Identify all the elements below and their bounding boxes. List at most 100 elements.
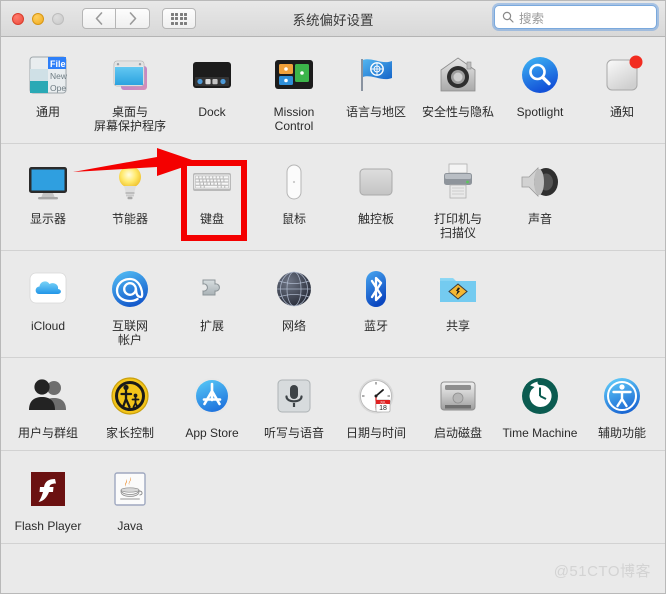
navigation-buttons (82, 8, 150, 29)
at-sign-icon (106, 265, 154, 313)
pref-pane-label: 互联网 帐户 (111, 319, 148, 347)
traffic-lights (12, 12, 64, 25)
pref-pane-label: 网络 (281, 319, 306, 333)
printer-icon (434, 158, 482, 206)
flash-player-icon (24, 465, 72, 513)
pref-pane-dictation-speech[interactable]: 听写与语音 (253, 366, 335, 440)
system-preferences-window: 系统偏好设置 搜索 File New Ope 通用 桌面与 屏幕保护程序 Doc… (0, 0, 666, 594)
pref-pane-label: 听写与语音 (263, 426, 324, 440)
pref-pane-notifications[interactable]: 通知 (581, 45, 663, 119)
pref-pane-users-groups[interactable]: 用户与群组 (7, 366, 89, 440)
pref-pane-label: 用户与群组 (17, 426, 78, 440)
pref-pane-label: 安全性与隐私 (421, 105, 494, 119)
general-icon: File New Ope (24, 51, 72, 99)
pref-pane-label: Time Machine (502, 426, 578, 440)
pref-pane-label: 共享 (445, 319, 470, 333)
pref-row-system: 用户与群组 家长控制 App Store 听写与语音 JUL 18 日期与时间 … (1, 358, 665, 451)
pref-pane-label: 日期与时间 (345, 426, 406, 440)
svg-text:File: File (50, 59, 66, 69)
pref-pane-label: App Store (185, 426, 239, 440)
pref-pane-label: 辅助功能 (597, 426, 646, 440)
globe-icon (270, 265, 318, 313)
minimize-button[interactable] (32, 12, 44, 25)
pref-pane-trackpad[interactable]: 触控板 (335, 152, 417, 226)
pref-pane-spotlight[interactable]: Spotlight (499, 45, 581, 119)
pref-pane-label: Spotlight (516, 105, 564, 119)
pref-pane-app-store[interactable]: App Store (171, 366, 253, 440)
flag-icon (352, 51, 400, 99)
pref-pane-extensions[interactable]: 扩展 (171, 259, 253, 333)
pref-pane-displays[interactable]: 显示器 (7, 152, 89, 226)
icloud-icon (24, 265, 72, 313)
hard-drive-icon (434, 372, 482, 420)
pref-pane-label: 鼠标 (281, 212, 306, 226)
preferences-content: File New Ope 通用 桌面与 屏幕保护程序 Dock Mission … (1, 37, 665, 544)
pref-pane-security-privacy[interactable]: 安全性与隐私 (417, 45, 499, 119)
pref-pane-label: 扩展 (199, 319, 224, 333)
pref-pane-internet-accounts[interactable]: 互联网 帐户 (89, 259, 171, 347)
pref-pane-desktop-screensaver[interactable]: 桌面与 屏幕保护程序 (89, 45, 171, 133)
search-area: 搜索 (494, 5, 657, 29)
pref-pane-time-machine[interactable]: Time Machine (499, 366, 581, 440)
pref-pane-label: 键盘 (199, 212, 224, 226)
trackpad-icon (352, 158, 400, 206)
window-titlebar: 系统偏好设置 搜索 (1, 1, 665, 37)
pref-pane-general[interactable]: File New Ope 通用 (7, 45, 89, 119)
pref-pane-label: 打印机与 扫描仪 (433, 212, 482, 240)
svg-text:18: 18 (379, 405, 387, 412)
pref-pane-label: 通知 (609, 105, 634, 119)
svg-text:Ope: Ope (50, 83, 66, 93)
pref-pane-label: Dock (198, 105, 226, 119)
pref-pane-label: 语言与地区 (345, 105, 406, 119)
close-button[interactable] (12, 12, 24, 25)
pref-pane-icloud[interactable]: iCloud (7, 259, 89, 333)
watermark: @51CTO博客 (553, 563, 651, 580)
pref-pane-mission-control[interactable]: Mission Control (253, 45, 335, 133)
pref-pane-label: 桌面与 屏幕保护程序 (93, 105, 166, 133)
pref-pane-date-time[interactable]: JUL 18 日期与时间 (335, 366, 417, 440)
pref-pane-energy-saver[interactable]: 节能器 (89, 152, 171, 226)
chevron-left-icon (95, 12, 103, 25)
pref-pane-sound[interactable]: 声音 (499, 152, 581, 226)
chevron-right-icon (129, 12, 136, 25)
pref-pane-label: 蓝牙 (363, 319, 388, 333)
pref-pane-label: 家长控制 (105, 426, 154, 440)
spotlight-icon (516, 51, 564, 99)
time-machine-icon (516, 372, 564, 420)
pref-pane-parental-controls[interactable]: 家长控制 (89, 366, 171, 440)
pref-pane-label: Flash Player (14, 519, 82, 533)
pref-pane-mouse[interactable]: 鼠标 (253, 152, 335, 226)
pref-pane-startup-disk[interactable]: 启动磁盘 (417, 366, 499, 440)
pref-pane-label: 触控板 (357, 212, 394, 226)
users-icon (24, 372, 72, 420)
java-icon (106, 465, 154, 513)
pref-pane-printers-scanners[interactable]: 打印机与 扫描仪 (417, 152, 499, 240)
grid-icon (170, 12, 188, 25)
dock-icon (188, 51, 236, 99)
zoom-button[interactable] (52, 12, 64, 25)
pref-pane-network[interactable]: 网络 (253, 259, 335, 333)
pref-pane-bluetooth[interactable]: 蓝牙 (335, 259, 417, 333)
search-input[interactable]: 搜索 (494, 5, 657, 29)
pref-pane-label: iCloud (30, 319, 66, 333)
notifications-icon (598, 51, 646, 99)
pref-pane-flash-player[interactable]: Flash Player (7, 459, 89, 533)
show-all-button[interactable] (162, 8, 196, 29)
svg-text:New: New (50, 71, 68, 81)
puzzle-piece-icon (188, 265, 236, 313)
accessibility-icon (598, 372, 646, 420)
desktop-screensaver-icon (106, 51, 154, 99)
pref-pane-java[interactable]: Java (89, 459, 171, 533)
pref-pane-label: Java (117, 519, 143, 533)
pref-pane-keyboard[interactable]: 键盘 (171, 152, 253, 226)
pref-row-personal: File New Ope 通用 桌面与 屏幕保护程序 Dock Mission … (1, 37, 665, 144)
clock-icon: JUL 18 (352, 372, 400, 420)
pref-pane-accessibility[interactable]: 辅助功能 (581, 366, 663, 440)
pref-row-other: Flash Player Java (1, 451, 665, 544)
pref-pane-sharing[interactable]: 共享 (417, 259, 499, 333)
pref-pane-label: 节能器 (111, 212, 148, 226)
back-button[interactable] (82, 8, 116, 29)
forward-button[interactable] (116, 8, 150, 29)
pref-pane-dock[interactable]: Dock (171, 45, 253, 119)
pref-pane-language-region[interactable]: 语言与地区 (335, 45, 417, 119)
